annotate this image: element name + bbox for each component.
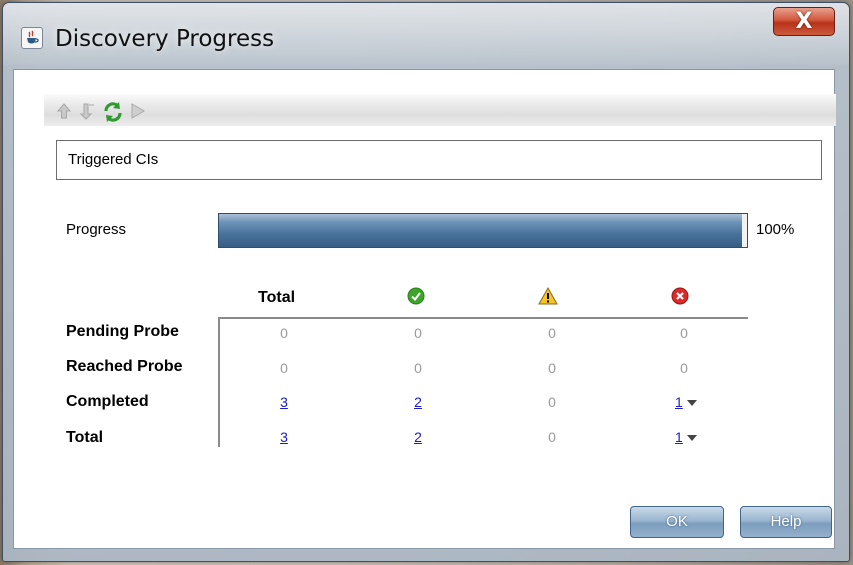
dropdown-arrow-icon[interactable] bbox=[686, 435, 697, 442]
pending-error-cell: 0 bbox=[680, 325, 688, 341]
progress-bar bbox=[218, 213, 748, 248]
total-total-link[interactable]: 3 bbox=[264, 429, 304, 445]
total-error-link[interactable]: 1 bbox=[675, 429, 683, 445]
ok-button[interactable]: OK bbox=[630, 506, 724, 538]
dialog-content: Triggered CIs Progress 100% Total Pendin… bbox=[13, 69, 836, 549]
column-header-total: Total bbox=[258, 289, 296, 306]
move-up-icon[interactable] bbox=[54, 101, 74, 121]
help-button[interactable]: Help bbox=[740, 506, 832, 538]
row-label-pending-probe: Pending Probe bbox=[66, 323, 179, 340]
completed-error-cell: 1 bbox=[675, 394, 697, 410]
total-error-cell: 1 bbox=[675, 429, 697, 445]
progress-percent: 100% bbox=[756, 221, 795, 238]
total-success-link[interactable]: 2 bbox=[398, 429, 438, 445]
reached-success-cell: 0 bbox=[414, 360, 422, 376]
close-button[interactable]: X bbox=[773, 7, 835, 36]
pending-success-cell: 0 bbox=[414, 325, 422, 341]
table-top-border bbox=[218, 317, 748, 319]
next-step-icon[interactable] bbox=[128, 101, 148, 121]
move-down-icon[interactable] bbox=[78, 101, 98, 121]
row-label-completed: Completed bbox=[66, 393, 149, 410]
toolbar bbox=[44, 94, 836, 126]
progress-label: Progress bbox=[66, 221, 127, 238]
completed-success-link[interactable]: 2 bbox=[398, 394, 438, 410]
success-icon bbox=[407, 287, 425, 305]
progress-bar-fill bbox=[219, 214, 742, 247]
window-title: Discovery Progress bbox=[55, 26, 275, 52]
completed-total-link[interactable]: 3 bbox=[264, 394, 304, 410]
warning-icon bbox=[538, 286, 558, 306]
total-warning-cell: 0 bbox=[548, 429, 556, 445]
completed-warning-cell: 0 bbox=[548, 394, 556, 410]
title-bar[interactable]: Discovery Progress X bbox=[3, 3, 849, 65]
table-left-border bbox=[218, 317, 220, 447]
pending-total-cell: 0 bbox=[280, 325, 288, 341]
triggered-cis-field[interactable]: Triggered CIs bbox=[56, 140, 822, 180]
reached-warning-cell: 0 bbox=[548, 360, 556, 376]
row-label-reached-probe: Reached Probe bbox=[66, 358, 183, 375]
error-icon bbox=[671, 287, 689, 305]
reached-total-cell: 0 bbox=[280, 360, 288, 376]
row-label-total: Total bbox=[66, 429, 104, 446]
pending-warning-cell: 0 bbox=[548, 325, 556, 341]
java-app-icon bbox=[21, 27, 43, 49]
dropdown-arrow-icon[interactable] bbox=[686, 400, 697, 407]
refresh-icon[interactable] bbox=[102, 101, 122, 122]
completed-error-link[interactable]: 1 bbox=[675, 394, 683, 410]
reached-error-cell: 0 bbox=[680, 360, 688, 376]
dialog-window: Discovery Progress X Triggered CIs Progr… bbox=[2, 2, 850, 562]
